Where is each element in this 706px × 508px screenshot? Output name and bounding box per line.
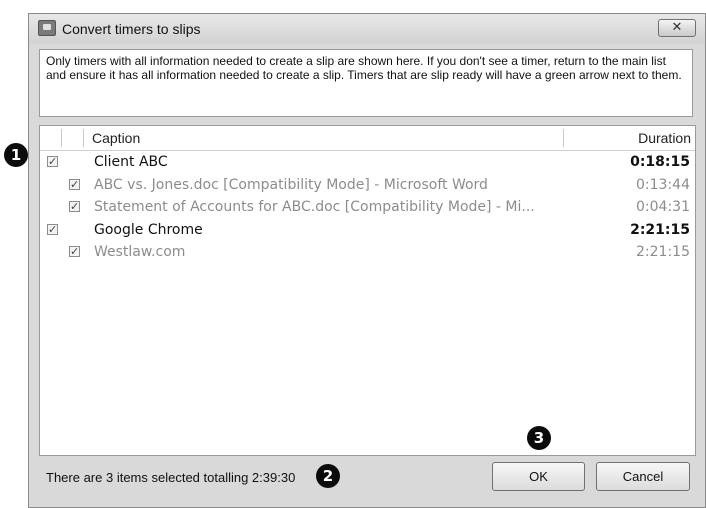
- timers-list[interactable]: Caption Duration ✓ Client ABC 0:18:15 ✓ ABC …: [39, 125, 696, 456]
- list-item[interactable]: ✓ ABC vs. Jones.doc [Compatibility Mode] …: [40, 175, 695, 197]
- row-duration: 0:04:31: [636, 199, 690, 215]
- row-checkbox[interactable]: ✓: [69, 177, 80, 191]
- convert-timers-dialog: Convert timers to slips ✕ Only timers wi…: [28, 13, 706, 508]
- list-item[interactable]: ✓ Client ABC 0:18:15: [40, 152, 695, 174]
- column-header-caption[interactable]: Caption: [92, 130, 140, 146]
- row-duration: 0:18:15: [630, 154, 690, 170]
- callout-marker: 3: [527, 426, 551, 450]
- close-button[interactable]: ✕: [658, 19, 696, 37]
- list-header: Caption Duration: [40, 126, 695, 151]
- row-duration: 2:21:15: [636, 244, 690, 260]
- checkmark-icon: ✓: [48, 222, 58, 236]
- row-duration: 0:13:44: [636, 176, 690, 193]
- checkmark-icon: ✓: [70, 177, 80, 191]
- row-caption: Client ABC: [94, 154, 168, 170]
- row-duration: 2:21:15: [630, 221, 690, 238]
- row-checkbox[interactable]: ✓: [69, 201, 80, 212]
- list-item[interactable]: ✓ Google Chrome 2:21:15: [40, 220, 695, 242]
- title-bar[interactable]: Convert timers to slips ✕: [29, 14, 705, 44]
- column-header-duration[interactable]: Duration: [638, 130, 691, 146]
- row-caption: Statement of Accounts for ABC.doc [Compa…: [94, 199, 535, 215]
- callout-marker: 1: [4, 143, 28, 167]
- checkmark-icon: ✓: [70, 245, 80, 258]
- checkmark-icon: ✓: [48, 155, 58, 168]
- row-checkbox[interactable]: ✓: [47, 222, 58, 236]
- selection-status: There are 3 items selected totalling 2:3…: [46, 470, 296, 485]
- ok-button[interactable]: OK: [492, 462, 585, 491]
- info-message: Only timers with all information needed …: [39, 49, 693, 117]
- cancel-button[interactable]: Cancel: [596, 462, 690, 491]
- app-icon: [38, 20, 56, 36]
- list-item[interactable]: ✓ Westlaw.com 2:21:15: [40, 242, 695, 264]
- row-caption: Google Chrome: [94, 221, 203, 238]
- row-checkbox[interactable]: ✓: [47, 156, 58, 167]
- row-caption: ABC vs. Jones.doc [Compatibility Mode] -…: [94, 176, 488, 193]
- header-divider: [61, 129, 62, 147]
- checkmark-icon: ✓: [70, 200, 80, 213]
- list-item[interactable]: ✓ Statement of Accounts for ABC.doc [Comp…: [40, 197, 695, 219]
- callout-marker: 2: [316, 464, 340, 488]
- dialog-title: Convert timers to slips: [62, 21, 201, 37]
- row-checkbox[interactable]: ✓: [69, 246, 80, 257]
- row-caption: Westlaw.com: [94, 244, 186, 260]
- close-icon: ✕: [671, 20, 683, 35]
- header-divider[interactable]: [563, 129, 564, 147]
- header-divider: [83, 129, 84, 147]
